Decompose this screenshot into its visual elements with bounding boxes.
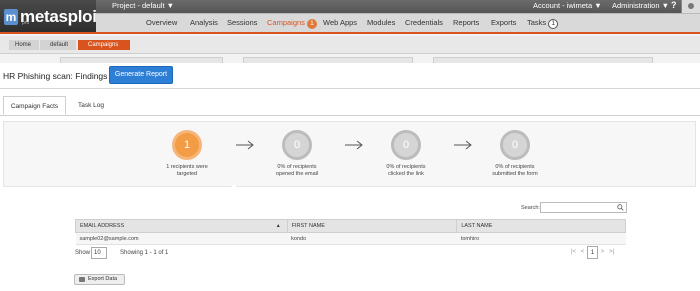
tab-divider (0, 115, 700, 116)
current-page[interactable]: 1 (587, 246, 598, 259)
search-label: Search: (521, 205, 540, 211)
breadcrumb-home[interactable]: Home (9, 40, 40, 50)
main-nav: Overview Analysis Sessions Campaigns 1 We… (96, 13, 700, 32)
nav-exports[interactable]: Exports (491, 18, 516, 27)
fact-label-line: 1 recipients were (166, 164, 208, 170)
tasks-count-badge: 1 (548, 19, 559, 29)
selection-pointer (228, 184, 240, 190)
fact-clicked-circle[interactable]: 0 (391, 130, 421, 160)
logo-edition: pro (22, 20, 30, 26)
user-avatar[interactable] (681, 0, 700, 13)
top-bar: m metasploit pro Project - default ▼ Acc… (0, 0, 700, 34)
breadcrumb-default[interactable]: default (40, 40, 77, 50)
nav-analysis[interactable]: Analysis (190, 18, 218, 27)
nav-reports[interactable]: Reports (453, 18, 479, 27)
nav-campaigns-label: Campaigns (267, 18, 305, 27)
page-size-select[interactable]: 10 (91, 247, 107, 259)
nav-tasks[interactable]: Tasks 1 (527, 18, 559, 29)
fact-label-line: 0% of recipients (386, 164, 426, 170)
arrow-right-icon (345, 140, 363, 150)
search-input[interactable] (540, 202, 627, 213)
prev-page-button[interactable]: < (578, 246, 587, 259)
nav-tasks-label: Tasks (527, 18, 547, 27)
fact-opened-label: 0% of recipients opened the email (262, 164, 332, 178)
metasploit-logo[interactable]: m metasploit (4, 4, 102, 30)
column-label: EMAIL ADDRESS (80, 223, 125, 229)
nav-modules[interactable]: Modules (367, 18, 395, 27)
table-header-row: EMAIL ADDRESS ▲ FIRST NAME LAST NAME (75, 219, 626, 233)
cell-first-name: kondo (287, 232, 457, 245)
fact-opened-circle[interactable]: 0 (282, 130, 312, 160)
findings-content: Campaign Facts Task Log 1 0 0 0 1 recipi… (0, 88, 700, 291)
first-page-button[interactable]: |< (569, 246, 578, 259)
fact-submitted-circle[interactable]: 0 (500, 130, 530, 160)
cell-email: sample02@sample.com (75, 232, 288, 245)
arrow-right-icon (236, 140, 254, 150)
user-icon (688, 3, 694, 9)
column-email-address[interactable]: EMAIL ADDRESS ▲ (75, 219, 288, 233)
fact-targeted-label: 1 recipients were targeted (152, 164, 222, 178)
fact-targeted-circle[interactable]: 1 (172, 130, 202, 160)
fact-label-line: 0% of recipients (277, 164, 317, 170)
fact-label-line: submitted the form (492, 171, 538, 177)
column-last-name[interactable]: LAST NAME (456, 219, 626, 233)
fact-clicked-label: 0% of recipients clicked the link (371, 164, 441, 178)
fact-label-line: targeted (176, 171, 198, 177)
cell-last-name: tomhiro (456, 232, 626, 245)
project-selector[interactable]: Project - default ▼ (112, 1, 174, 10)
breadcrumb: Home default Campaigns (0, 36, 700, 54)
campaign-facts-panel: 1 0 0 0 1 recipients were targeted 0% of … (3, 121, 696, 187)
generate-report-button[interactable]: Generate Report (109, 66, 173, 84)
table-row[interactable]: sample02@sample.com kondo tomhiro (75, 232, 626, 245)
nav-campaigns[interactable]: Campaigns 1 (267, 18, 317, 29)
export-icon (79, 277, 85, 282)
column-first-name[interactable]: FIRST NAME (286, 219, 458, 233)
recipients-table: EMAIL ADDRESS ▲ FIRST NAME LAST NAME samp… (75, 219, 626, 245)
fact-label-line: clicked the link (388, 171, 424, 177)
tab-campaign-facts[interactable]: Campaign Facts (3, 96, 66, 115)
campaigns-count-badge: 1 (306, 19, 317, 29)
show-label: Show (75, 250, 91, 256)
export-label: Export Data (88, 276, 118, 282)
findings-header: HR Phishing scan: Findings Generate Repo… (0, 63, 700, 88)
logo-text: metasploit (20, 7, 103, 26)
nav-credentials[interactable]: Credentials (405, 18, 443, 27)
fact-label-line: 0% of recipients (495, 164, 535, 170)
nav-overview[interactable]: Overview (146, 18, 177, 27)
sort-asc-icon: ▲ (275, 223, 281, 229)
breadcrumb-campaigns: Campaigns (78, 40, 131, 50)
fact-submitted-label: 0% of recipients submitted the form (480, 164, 550, 178)
administration-menu[interactable]: Administration ▼ (612, 1, 669, 10)
page-title: HR Phishing scan: Findings (3, 71, 108, 81)
account-menu[interactable]: Account - iwimeta ▼ (533, 1, 602, 10)
next-page-button[interactable]: > (598, 246, 607, 259)
tab-task-log[interactable]: Task Log (66, 96, 116, 115)
last-page-button[interactable]: >| (607, 246, 616, 259)
arrow-right-icon (454, 140, 472, 150)
pagination: |< < 1 > >| (569, 246, 626, 259)
search-icon (617, 204, 624, 211)
export-data-button[interactable]: Export Data (74, 274, 125, 285)
nav-sessions[interactable]: Sessions (227, 18, 257, 27)
project-bar: Project - default ▼ Account - iwimeta ▼ … (96, 0, 700, 13)
nav-web-apps[interactable]: Web Apps (323, 18, 357, 27)
help-icon[interactable]: ? (671, 0, 677, 10)
fact-label-line: opened the email (275, 171, 319, 177)
logo-mark-icon: m (4, 9, 18, 25)
showing-count: Showing 1 - 1 of 1 (120, 250, 169, 256)
